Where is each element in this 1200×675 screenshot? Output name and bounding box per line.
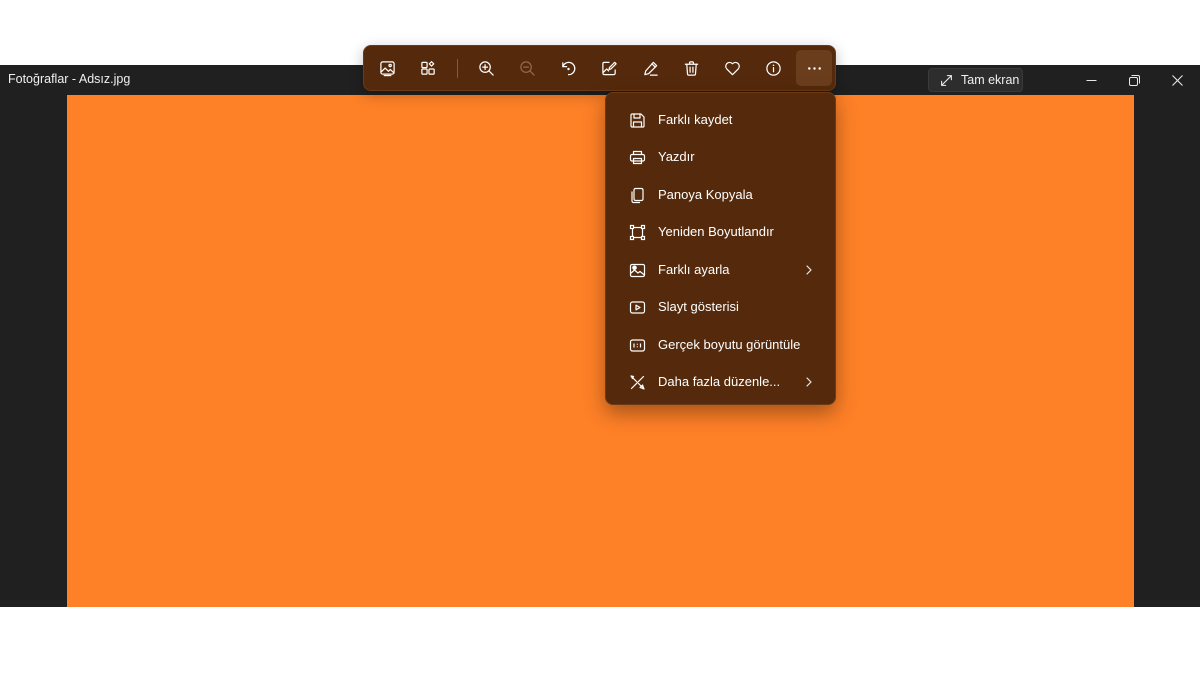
- info-icon: [765, 60, 781, 76]
- menu-item-label: Farklı kaydet: [658, 112, 733, 127]
- actual-size-icon: [629, 337, 646, 354]
- menu-item-save-as[interactable]: Farklı kaydet: [610, 103, 831, 138]
- copy-icon: [629, 187, 646, 204]
- menu-item-label: Panoya Kopyala: [658, 187, 753, 202]
- menu-item-label: Yazdır: [658, 149, 695, 164]
- chevron-right-icon: [803, 376, 815, 388]
- minimize-button[interactable]: [1069, 65, 1113, 95]
- edit-image-button[interactable]: [591, 50, 627, 86]
- photo-canvas[interactable]: [67, 95, 1134, 607]
- menu-item-slideshow[interactable]: Slayt gösterisi: [610, 290, 831, 325]
- fullscreen-label: Tam ekran: [961, 73, 1020, 87]
- chevron-right-icon: [803, 264, 815, 276]
- minimize-icon: [1086, 79, 1096, 81]
- menu-item-label: Slayt gösterisi: [658, 299, 739, 314]
- menu-item-set-as[interactable]: Farklı ayarla: [610, 253, 831, 288]
- favorite-icon: [724, 61, 740, 75]
- edit-image-icon: [601, 61, 617, 75]
- zoom-in-icon: [478, 60, 494, 76]
- slideshow-icon: [629, 299, 646, 316]
- restore-icon: [1128, 74, 1140, 86]
- menu-item-label: Yeniden Boyutlandır: [658, 224, 774, 239]
- zoom-out-icon: [519, 60, 535, 76]
- window-title: Fotoğraflar - Adsız.jpg: [8, 72, 131, 86]
- rotate-button[interactable]: [550, 50, 586, 86]
- menu-item-actual-size[interactable]: Gerçek boyutu görüntüle: [610, 328, 831, 363]
- toolbar-divider: [457, 59, 458, 78]
- collection-icon: [420, 60, 435, 75]
- restore-button[interactable]: [1112, 65, 1156, 95]
- menu-item-print[interactable]: Yazdır: [610, 140, 831, 175]
- fullscreen-button[interactable]: Tam ekran: [928, 68, 1023, 92]
- close-button[interactable]: [1155, 65, 1199, 95]
- photos-app-window: Fotoğraflar - Adsız.jpg Tam ekran: [0, 65, 1200, 607]
- more-options-button[interactable]: [796, 50, 832, 86]
- edit-more-icon: [629, 374, 646, 391]
- menu-item-label: Farklı ayarla: [658, 262, 730, 277]
- image-toolbar: [363, 45, 836, 91]
- menu-item-copy-to-clipboard[interactable]: Panoya Kopyala: [610, 178, 831, 213]
- more-options-icon: [807, 66, 821, 70]
- favorite-button[interactable]: [714, 50, 750, 86]
- expand-icon: [941, 74, 952, 86]
- print-icon: [629, 149, 646, 166]
- info-button[interactable]: [755, 50, 791, 86]
- more-options-menu: Farklı kaydet Yazdır Panoya Kopyala Yeni…: [605, 92, 836, 405]
- menu-item-label: Gerçek boyutu görüntüle: [658, 337, 801, 352]
- zoom-in-button[interactable]: [468, 50, 504, 86]
- collection-button[interactable]: [410, 50, 446, 86]
- resize-icon: [629, 224, 646, 241]
- gallery-button[interactable]: [369, 50, 405, 86]
- menu-item-resize[interactable]: Yeniden Boyutlandır: [610, 215, 831, 250]
- gallery-icon: [379, 60, 395, 76]
- zoom-out-button[interactable]: [509, 50, 545, 86]
- rotate-icon: [561, 61, 575, 75]
- delete-icon: [684, 60, 698, 76]
- save-icon: [629, 112, 646, 129]
- draw-button[interactable]: [632, 50, 668, 86]
- close-icon: [1171, 74, 1183, 86]
- menu-item-edit-more[interactable]: Daha fazla düzenle...: [610, 365, 831, 400]
- draw-icon: [643, 61, 658, 76]
- delete-button[interactable]: [673, 50, 709, 86]
- menu-item-label: Daha fazla düzenle...: [658, 374, 781, 389]
- set-as-icon: [629, 262, 646, 279]
